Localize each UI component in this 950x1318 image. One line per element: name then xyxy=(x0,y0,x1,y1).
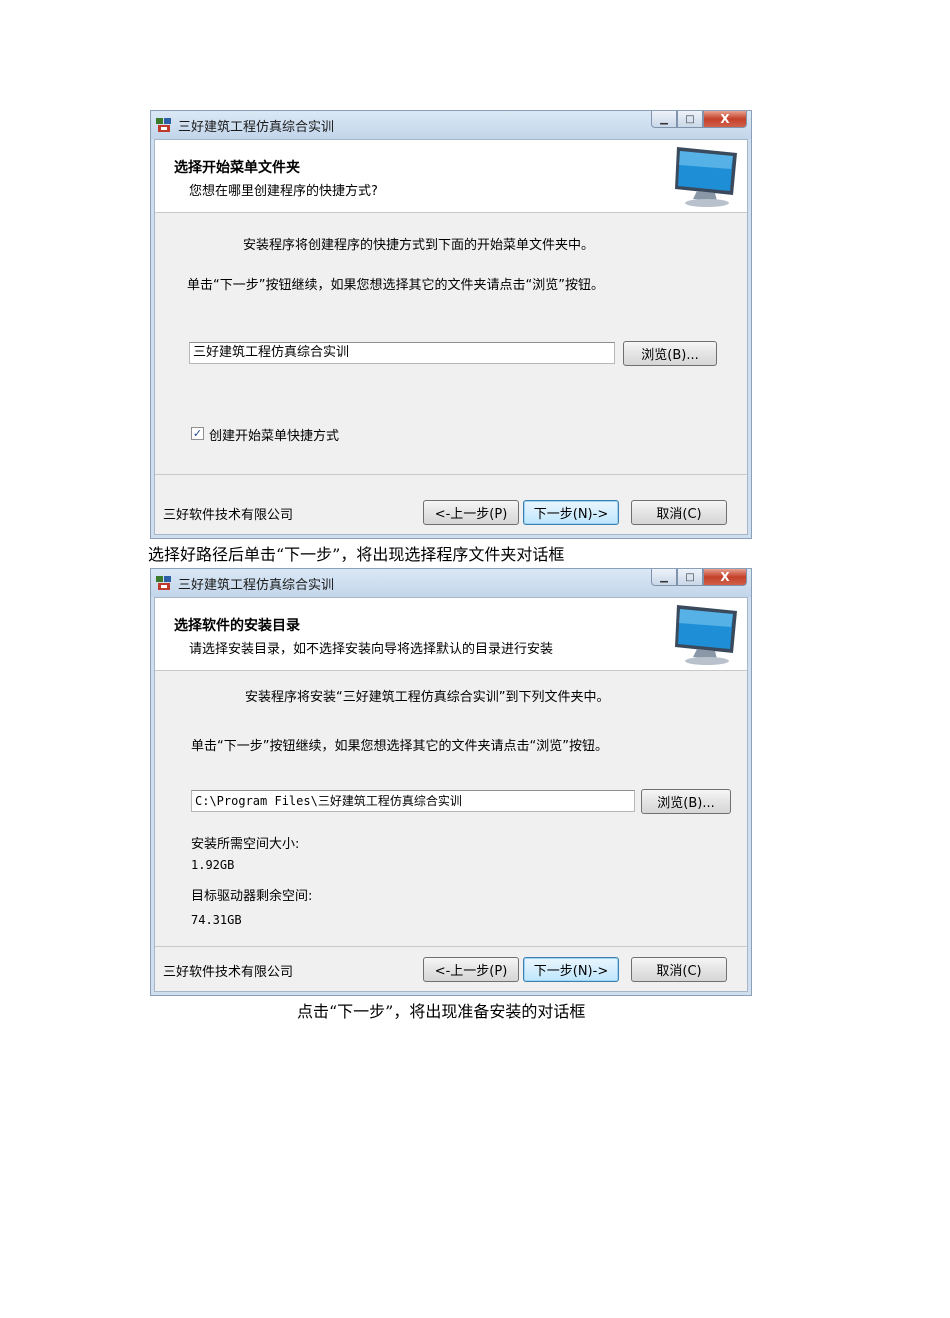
window-title: 三好建筑工程仿真综合实训 xyxy=(178,578,335,593)
minimize-button[interactable]: ▁ xyxy=(651,569,677,586)
caption-1: 选择好路径后单击“下一步”，将出现选择程序文件夹对话框 xyxy=(148,545,565,564)
app-logo-icon xyxy=(156,118,171,132)
space-required-label: 安装所需空间大小: xyxy=(191,837,300,852)
maximize-icon: □ xyxy=(685,571,695,583)
page: { "windows": [ { "title": "三好建筑工程仿真综合实训"… xyxy=(0,0,950,1318)
close-icon: X xyxy=(720,570,730,584)
space-free-label: 目标驱动器剩余空间: xyxy=(191,889,313,904)
close-button[interactable]: X xyxy=(703,569,747,586)
title-bar[interactable]: 三好建筑工程仿真综合实训 ▁ □ X xyxy=(151,111,751,139)
footer-divider xyxy=(155,474,747,475)
wizard-header: 选择开始菜单文件夹 您想在哪里创建程序的快捷方式? xyxy=(155,140,747,213)
browse-button[interactable]: 浏览(B)... xyxy=(623,341,717,366)
back-button[interactable]: <-上一步(P) xyxy=(423,500,519,525)
dialog-client-area: 选择软件的安装目录 请选择安装目录，如不选择安装向导将选择默认的目录进行安装 安… xyxy=(154,597,748,992)
minimize-icon: ▁ xyxy=(660,571,668,583)
create-shortcut-label[interactable]: 创建开始菜单快捷方式 xyxy=(209,425,339,444)
minimize-button[interactable]: ▁ xyxy=(651,111,677,128)
wizard-header: 选择软件的安装目录 请选择安装目录，如不选择安装向导将选择默认的目录进行安装 xyxy=(155,598,747,671)
caption-buttons: ▁ □ X xyxy=(651,111,747,129)
start-menu-folder-input[interactable]: 三好建筑工程仿真综合实训 xyxy=(189,342,615,364)
footer-divider xyxy=(155,946,747,947)
wizard-header-subtitle: 请选择安装目录，如不选择安装向导将选择默认的目录进行安装 xyxy=(189,642,554,657)
window-title: 三好建筑工程仿真综合实训 xyxy=(178,120,335,135)
cancel-button[interactable]: 取消(C) xyxy=(631,500,727,525)
title-bar[interactable]: 三好建筑工程仿真综合实训 ▁ □ X xyxy=(151,569,751,597)
dialog-client-area: 选择开始菜单文件夹 您想在哪里创建程序的快捷方式? 安装程序将创建程序的快捷方式… xyxy=(154,139,748,535)
close-icon: X xyxy=(720,112,730,126)
maximize-button[interactable]: □ xyxy=(677,569,703,586)
wizard-header-title: 选择软件的安装目录 xyxy=(174,618,300,634)
instruction-text: 单击“下一步”按钮继续，如果您想选择其它的文件夹请点击“浏览”按钮。 xyxy=(191,739,608,754)
space-required-value: 1.92GB xyxy=(191,858,235,872)
info-text: 安装程序将安装“三好建筑工程仿真综合实训”到下列文件夹中。 xyxy=(245,690,610,705)
company-name: 三好软件技术有限公司 xyxy=(163,965,294,980)
caption-2: 点击“下一步”，将出现准备安装的对话框 xyxy=(297,1002,586,1021)
space-free-value: 74.31GB xyxy=(191,913,242,927)
install-directory-dialog: 三好建筑工程仿真综合实训 ▁ □ X 选择软件的安装目录 请选择安装目录，如不选… xyxy=(150,568,752,996)
company-name: 三好软件技术有限公司 xyxy=(163,508,294,523)
monitor-icon xyxy=(675,147,737,207)
close-button[interactable]: X xyxy=(703,111,747,128)
browse-button[interactable]: 浏览(B)... xyxy=(641,789,731,814)
create-shortcut-checkbox[interactable]: ✓ xyxy=(191,427,204,440)
back-button[interactable]: <-上一步(P) xyxy=(423,957,519,982)
start-menu-folder-dialog: 三好建筑工程仿真综合实训 ▁ □ X 选择开始菜单文件夹 您想在哪里创建程序的快… xyxy=(150,110,752,539)
cancel-button[interactable]: 取消(C) xyxy=(631,957,727,982)
maximize-icon: □ xyxy=(685,113,695,125)
monitor-icon xyxy=(675,605,737,665)
next-button[interactable]: 下一步(N)-> xyxy=(523,500,619,525)
next-button[interactable]: 下一步(N)-> xyxy=(523,957,619,982)
maximize-button[interactable]: □ xyxy=(677,111,703,128)
info-text: 安装程序将创建程序的快捷方式到下面的开始菜单文件夹中。 xyxy=(243,238,595,253)
instruction-text: 单击“下一步”按钮继续，如果您想选择其它的文件夹请点击“浏览”按钮。 xyxy=(187,278,604,293)
minimize-icon: ▁ xyxy=(660,113,668,125)
wizard-header-subtitle: 您想在哪里创建程序的快捷方式? xyxy=(189,184,378,199)
app-logo-icon xyxy=(156,576,171,590)
caption-buttons: ▁ □ X xyxy=(651,569,747,587)
wizard-header-title: 选择开始菜单文件夹 xyxy=(174,160,300,176)
install-path-input[interactable]: C:\Program Files\三好建筑工程仿真综合实训 xyxy=(191,790,635,812)
